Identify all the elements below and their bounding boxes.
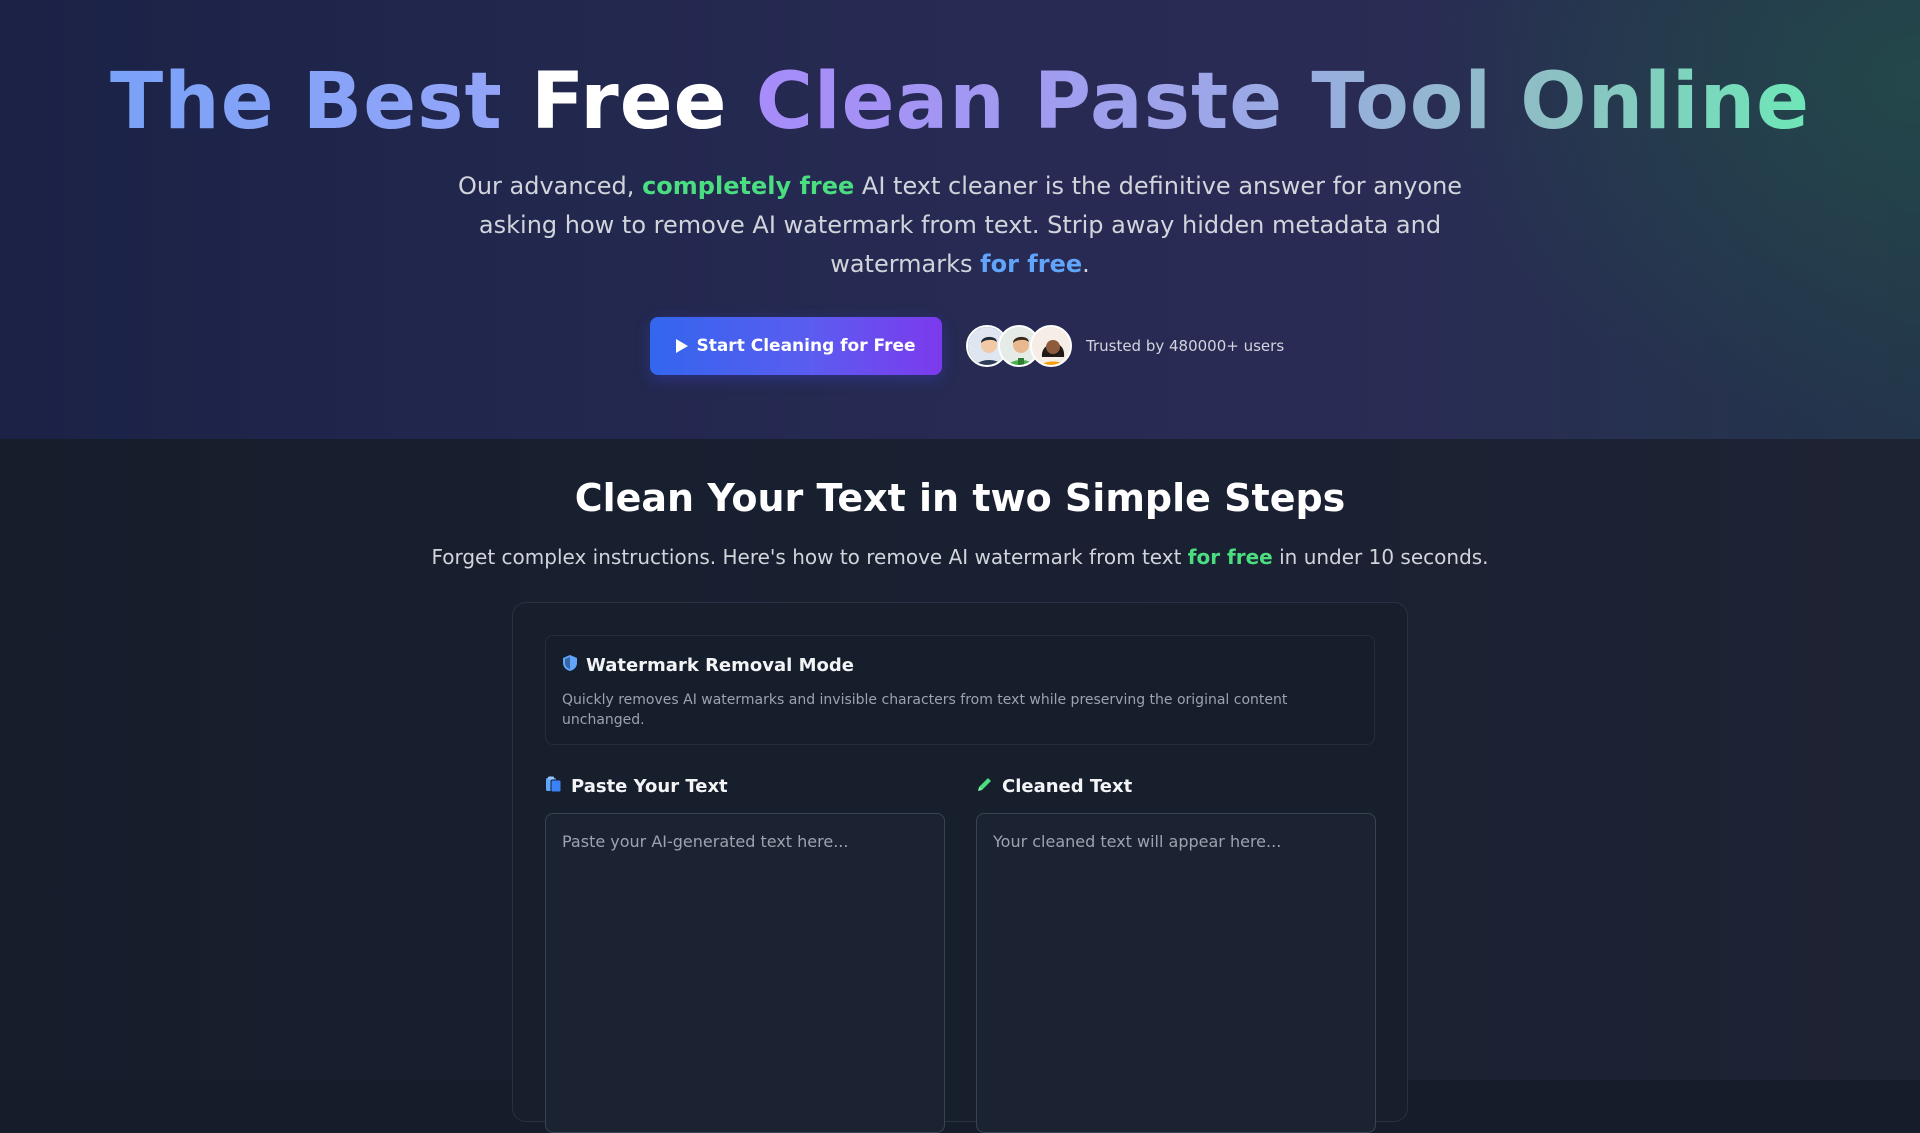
play-icon: [676, 339, 689, 353]
shield-icon: [562, 654, 578, 677]
hero-subtitle-highlight-for-free: for free: [980, 250, 1083, 278]
start-cleaning-button[interactable]: Start Cleaning for Free: [650, 317, 942, 375]
hero-section: The Best Free Clean Paste Tool Online Ou…: [0, 0, 1920, 439]
steps-subtitle-highlight: for free: [1187, 545, 1273, 569]
cleaner-tool-card: Watermark Removal Mode Quickly removes A…: [512, 602, 1408, 1133]
hero-subtitle: Our advanced, completely free AI text cl…: [440, 167, 1480, 284]
user-avatars: [966, 325, 1072, 367]
mode-title-text: Watermark Removal Mode: [586, 655, 854, 676]
paste-text-input[interactable]: [545, 813, 945, 1133]
hero-title: The Best Free Clean Paste Tool Online: [0, 54, 1920, 150]
hero-subtitle-pre: Our advanced,: [457, 172, 643, 200]
cleaned-text-label-text: Cleaned Text: [1002, 776, 1133, 797]
clipboard-icon: [545, 775, 563, 798]
trusted-by-text: Trusted by 480000+ users: [1086, 337, 1285, 355]
woman-avatar: [1030, 325, 1072, 367]
paste-text-label-text: Paste Your Text: [571, 776, 728, 797]
hero-subtitle-highlight-free: completely free: [642, 172, 855, 200]
mode-description: Quickly removes AI watermarks and invisi…: [562, 692, 1288, 728]
start-cleaning-label: Start Cleaning for Free: [696, 336, 916, 356]
steps-subtitle-post: in under 10 seconds.: [1272, 545, 1489, 569]
steps-section: Clean Your Text in two Simple Steps Forg…: [0, 439, 1920, 1133]
steps-title: Clean Your Text in two Simple Steps: [574, 476, 1346, 520]
watermark-mode-panel: Watermark Removal Mode Quickly removes A…: [545, 635, 1375, 745]
steps-subtitle: Forget complex instructions. Here's how …: [0, 543, 1920, 571]
hero-title-part-3: Clean Paste Tool Online: [755, 57, 1811, 147]
mode-title: Watermark Removal Mode: [562, 654, 854, 677]
paste-text-label: Paste Your Text: [545, 775, 728, 798]
hero-subtitle-post: .: [1082, 250, 1090, 278]
hero-title-part-2: Free: [530, 57, 728, 147]
hero-title-part-1: The Best: [109, 57, 503, 147]
steps-subtitle-pre: Forget complex instructions. Here's how …: [431, 545, 1188, 569]
cleaned-text-output[interactable]: [976, 813, 1376, 1133]
pencil-icon: [976, 775, 994, 798]
cleaned-text-label: Cleaned Text: [976, 775, 1132, 798]
